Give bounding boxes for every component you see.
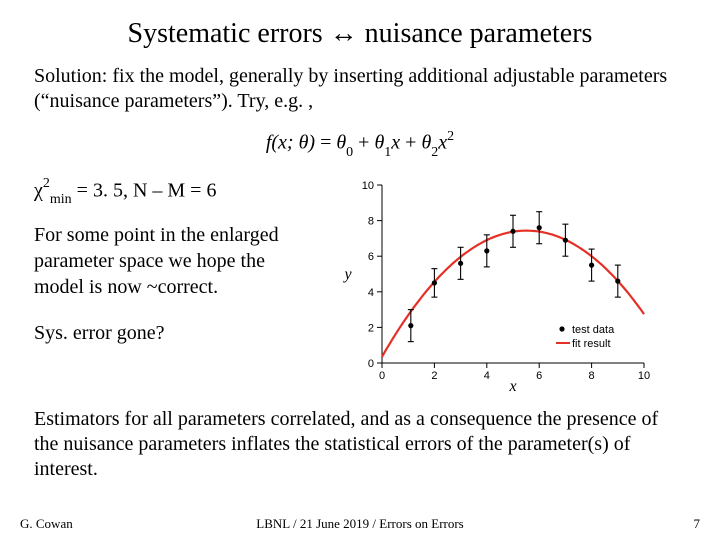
svg-text:2: 2 xyxy=(368,322,374,334)
page-title: Systematic errors ↔ nuisance parameters xyxy=(34,18,686,50)
eq-pow2: 2 xyxy=(447,129,454,144)
eq-theta0: θ xyxy=(336,132,346,154)
intro-text: Solution: fix the model, generally by in… xyxy=(34,64,686,114)
eq-sub0: 0 xyxy=(346,145,353,160)
svg-text:fit result: fit result xyxy=(572,338,611,350)
eq-plus1: + xyxy=(353,132,374,154)
eq-eq: = xyxy=(315,132,336,154)
footer-page-number: 7 xyxy=(694,516,701,532)
fit-plot: 0 2 4 6 8 10 0 2 4 6 8 10 x y test data fit result xyxy=(334,175,654,393)
slide-footer: G. Cowan LBNL / 21 June 2019 / Errors on… xyxy=(0,516,720,532)
eq-theta1: θ xyxy=(374,132,384,154)
svg-text:6: 6 xyxy=(536,370,542,382)
svg-text:0: 0 xyxy=(379,370,385,382)
svg-text:4: 4 xyxy=(368,286,374,298)
svg-text:6: 6 xyxy=(368,251,374,263)
eq-sub1: 1 xyxy=(384,145,391,160)
eq-theta2: θ xyxy=(421,132,431,154)
chi-symbol: χ xyxy=(34,179,43,201)
eq-sub2: 2 xyxy=(431,145,438,160)
svg-text:x: x xyxy=(508,378,516,393)
svg-text:2: 2 xyxy=(431,370,437,382)
svg-text:4: 4 xyxy=(484,370,490,382)
left-column: χ2min = 3. 5, N – M = 6 For some point i… xyxy=(34,175,314,346)
outro-text: Estimators for all parameters correlated… xyxy=(34,407,686,482)
svg-text:test data: test data xyxy=(572,324,615,336)
chi2-line: χ2min = 3. 5, N – M = 6 xyxy=(34,177,314,208)
eq-plus2: + xyxy=(400,132,421,154)
sys-question: Sys. error gone? xyxy=(34,320,314,346)
eq-args: (x; θ) xyxy=(271,132,315,154)
svg-text:8: 8 xyxy=(589,370,595,382)
model-equation: f(x; θ) = θ0 + θ1x + θ2x2 xyxy=(34,130,686,159)
svg-text:0: 0 xyxy=(368,358,374,370)
para-enlarged: For some point in the enlarged parameter… xyxy=(34,222,314,300)
chi-rest: = 3. 5, N – M = 6 xyxy=(72,179,217,201)
svg-text:8: 8 xyxy=(368,215,374,227)
eq-x2: x xyxy=(438,132,447,154)
svg-text:y: y xyxy=(342,266,352,283)
eq-x1: x xyxy=(391,132,400,154)
footer-author: G. Cowan xyxy=(20,516,73,532)
svg-text:10: 10 xyxy=(638,370,650,382)
chi-sq: 2 xyxy=(43,176,50,191)
svg-text:10: 10 xyxy=(362,180,374,192)
chi-min: min xyxy=(50,192,72,207)
footer-center: LBNL / 21 June 2019 / Errors on Errors xyxy=(256,516,464,532)
